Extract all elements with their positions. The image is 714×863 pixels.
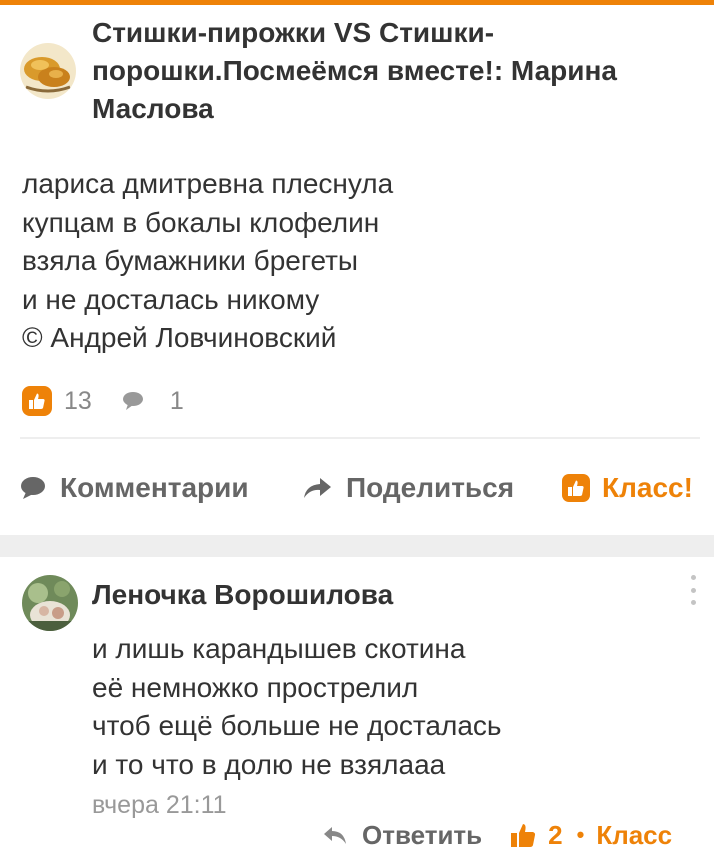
share-icon (302, 476, 332, 500)
post-line: взяла бумажники брегеты (22, 245, 359, 276)
post-text: лариса дмитревна плеснула купцам в бокал… (22, 165, 393, 358)
comment-line: и лишь карандышев скотина (92, 633, 466, 664)
like-count-icon[interactable] (22, 386, 52, 416)
comment-icon (20, 476, 46, 500)
post-actions: Комментарии Поделиться Класс! (20, 466, 705, 510)
post-title[interactable]: Стишки-пирожки VS Стишки-порошки.Посмеём… (92, 14, 682, 128)
comment-line: и то что в долю не взялааа (92, 748, 446, 780)
post-stats: 13 1 (22, 385, 184, 417)
commenter-name[interactable]: Леночка Ворошилова (92, 579, 393, 611)
comment-like-icon[interactable] (510, 822, 536, 848)
like-icon (562, 474, 590, 502)
more-options-icon[interactable] (686, 575, 700, 605)
divider (20, 437, 700, 439)
post-line: © Андрей Ловчиновский (22, 322, 337, 353)
like-button[interactable]: Класс! (562, 472, 693, 504)
reply-icon (322, 824, 348, 846)
comment-klass-button[interactable]: Класс (596, 820, 672, 851)
comment-line: чтоб ещё больше не досталась (92, 710, 502, 741)
commenter-avatar[interactable] (22, 575, 78, 631)
comment-timestamp: вчера 21:11 (92, 791, 227, 819)
post-line: и не досталась никому (22, 283, 320, 315)
comment-line: её немножко прострелил (92, 671, 419, 703)
like-label: Класс! (602, 472, 693, 503)
separator-dot: • (576, 822, 585, 847)
post-line: купцам в бокалы клофелин (22, 206, 380, 238)
comment-count-icon[interactable] (122, 391, 144, 411)
top-accent-bar (0, 0, 714, 5)
reply-label: Ответить (362, 819, 483, 850)
comments-button[interactable]: Комментарии (20, 472, 249, 504)
comment-text: и лишь карандышев скотина её немножко пр… (92, 630, 502, 784)
like-count: 13 (64, 386, 92, 415)
post-line: лариса дмитревна плеснула (22, 168, 394, 199)
post-header: Стишки-пирожки VS Стишки-порошки.Посмеём… (20, 14, 700, 128)
comment-actions: Ответить 2 • Класс (322, 815, 672, 855)
comment-count: 1 (169, 386, 184, 415)
comment-item: Леночка Ворошилова и лишь карандышев ско… (0, 557, 714, 863)
share-button[interactable]: Поделиться (302, 472, 514, 504)
group-avatar[interactable] (20, 43, 76, 99)
comments-label: Комментарии (60, 472, 249, 503)
section-separator (0, 535, 714, 557)
share-label: Поделиться (346, 472, 515, 503)
comment-like-count: 2 (548, 819, 563, 850)
reply-button[interactable]: Ответить (322, 820, 482, 851)
